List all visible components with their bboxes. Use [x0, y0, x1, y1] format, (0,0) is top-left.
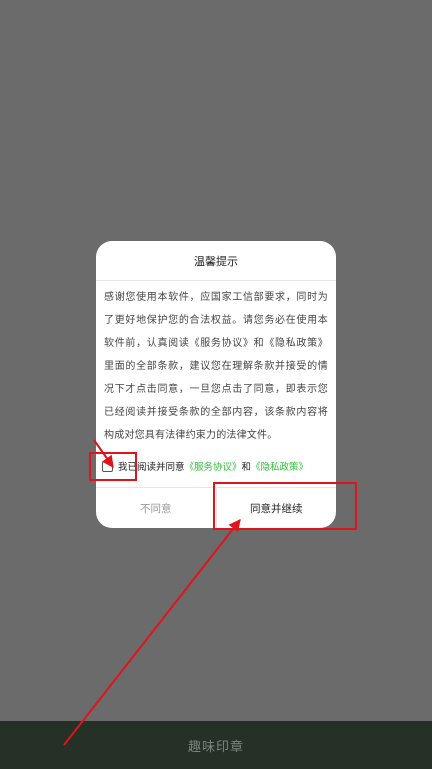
privacy-policy-link[interactable]: 《隐私政策》: [251, 459, 308, 473]
consent-conjunction: 和: [241, 462, 252, 473]
arrow-to-agree-button: [63, 519, 241, 746]
service-agreement-link[interactable]: 《服务协议》: [185, 459, 242, 473]
agree-button-highlight-box: [213, 482, 357, 530]
dialog-body: 感谢您使用本软件，应国家工信部要求，同时为了更好地保护您的合法权益。请您务必在使…: [104, 292, 328, 441]
dialog-title: 温馨提示: [96, 241, 336, 281]
bottom-bar: 趣味印章: [0, 721, 432, 769]
disagree-button[interactable]: 不同意: [96, 488, 217, 528]
app-name: 趣味印章: [187, 739, 244, 755]
checkbox-highlight-box: [89, 452, 137, 481]
